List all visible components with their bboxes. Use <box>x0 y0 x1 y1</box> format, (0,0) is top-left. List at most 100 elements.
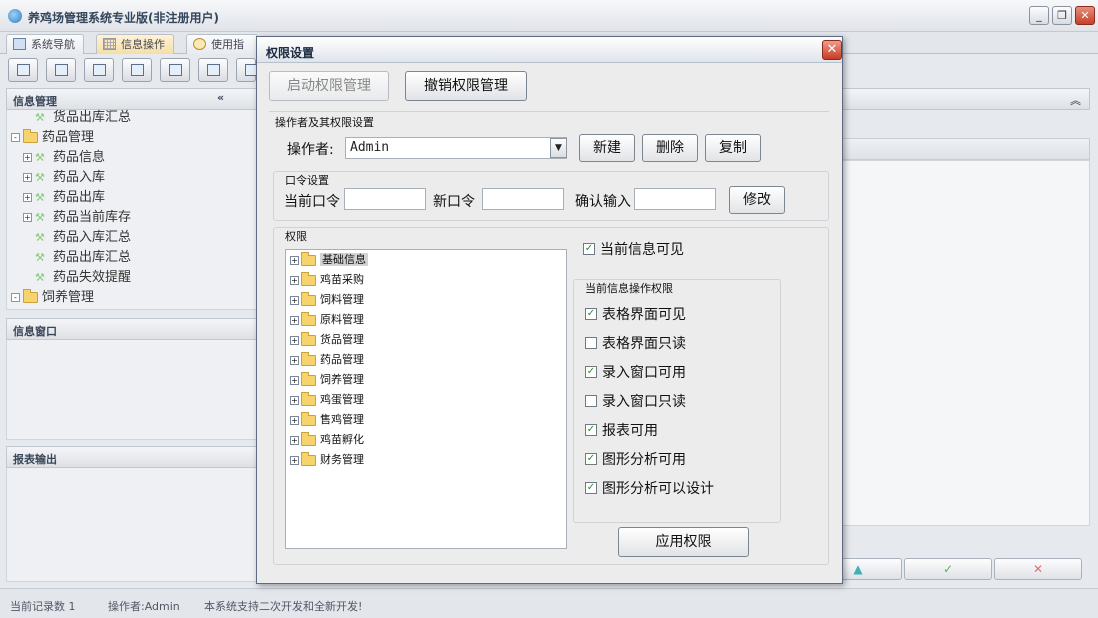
expand-toggle-icon[interactable]: + <box>290 255 299 265</box>
expand-toggle-icon[interactable]: + <box>23 173 32 182</box>
permission-tree-item[interactable]: + 药品管理 <box>290 350 364 370</box>
expand-toggle-icon[interactable]: + <box>290 415 299 425</box>
window-tool-button[interactable] <box>160 58 190 82</box>
tree-item[interactable]: ⚒ 药品出库汇总 <box>35 248 131 268</box>
status-message: 本系统支持二次开发和全新开发! <box>204 600 363 613</box>
tab-info-ops[interactable]: 信息操作 <box>96 34 174 54</box>
expand-toggle-icon[interactable]: + <box>23 213 32 222</box>
modify-password-button[interactable]: 修改 <box>729 186 785 214</box>
tree-item[interactable]: ⚒ 药品入库汇总 <box>35 228 131 248</box>
operation-checkbox[interactable]: ✓ 报表可用 <box>585 422 658 440</box>
print-tool-button[interactable] <box>236 58 258 82</box>
copy-operator-button[interactable]: 复制 <box>705 134 761 162</box>
collapse-toggle-icon[interactable]: - <box>11 293 20 302</box>
permission-tree-item[interactable]: + 原料管理 <box>290 310 364 330</box>
operation-checkbox[interactable]: ✓ 表格界面可见 <box>585 306 686 324</box>
cancel-button[interactable]: ✕ <box>994 558 1082 580</box>
permission-tree-item[interactable]: + 鸡蛋管理 <box>290 390 364 410</box>
checkbox-icon <box>585 337 597 349</box>
collapse-icon[interactable]: « <box>217 91 224 104</box>
operation-checkbox[interactable]: ✓ 图形分析可以设计 <box>585 480 714 498</box>
current-password-input[interactable] <box>344 188 426 210</box>
start-permission-button[interactable]: 启动权限管理 <box>269 71 389 101</box>
permission-tree-item[interactable]: + 鸡苗孵化 <box>290 430 364 450</box>
revoke-permission-button[interactable]: 撤销权限管理 <box>405 71 527 101</box>
document-tool-button[interactable] <box>84 58 114 82</box>
tool-icon: ⚒ <box>35 270 45 284</box>
expand-toggle-icon[interactable]: + <box>23 153 32 162</box>
permission-tree-item[interactable]: + 饲养管理 <box>290 370 364 390</box>
expand-toggle-icon[interactable]: + <box>290 375 299 385</box>
operation-checkbox[interactable]: 录入窗口只读 <box>585 393 686 411</box>
clock-icon <box>193 38 206 50</box>
tree-item[interactable]: + ⚒ 药品信息 <box>23 148 105 168</box>
permission-tree-label: 饲料管理 <box>320 293 364 306</box>
dialog-close-button[interactable]: ✕ <box>822 40 842 60</box>
export-tool-button[interactable] <box>198 58 228 82</box>
expand-toggle-icon[interactable]: + <box>290 355 299 365</box>
permission-tree-item[interactable]: + 售鸡管理 <box>290 410 364 430</box>
tool-icon: ⚒ <box>35 250 45 264</box>
new-password-input[interactable] <box>482 188 564 210</box>
folder-icon <box>301 331 316 346</box>
tree-item[interactable]: + ⚒ 药品入库 <box>23 168 105 188</box>
operator-select[interactable]: Admin <box>345 137 567 159</box>
expand-toggle-icon[interactable]: + <box>290 435 299 445</box>
checkbox-icon: ✓ <box>585 424 597 436</box>
collapse-up-icon[interactable]: ︽ <box>1070 92 1081 108</box>
expand-toggle-icon[interactable]: + <box>290 395 299 405</box>
tab-user-guide[interactable]: 使用指南 <box>186 34 258 54</box>
tree-item[interactable]: + ⚒ 药品当前库存 <box>23 208 131 228</box>
new-password-label: 新口令 <box>433 194 475 210</box>
document-icon <box>93 64 106 76</box>
current-visible-checkbox[interactable]: ✓ 当前信息可见 <box>583 241 684 259</box>
expand-toggle-icon[interactable]: + <box>290 455 299 465</box>
tree-item-label: 货品出库汇总 <box>53 110 132 125</box>
permission-tree-item[interactable]: + 货品管理 <box>290 330 364 350</box>
search-tool-button[interactable] <box>8 58 38 82</box>
tab-system-nav[interactable]: 系统导航 <box>6 34 84 54</box>
permission-tree-item[interactable]: + 基础信息 <box>290 250 368 270</box>
confirm-button[interactable]: ✓ <box>904 558 992 580</box>
dialog-titlebar: 权限设置 ✕ <box>257 37 842 63</box>
checkbox-label: 表格界面只读 <box>602 336 686 352</box>
tree-item-label: 药品信息 <box>53 150 106 165</box>
permission-tree-item[interactable]: + 财务管理 <box>290 450 364 470</box>
minimize-button[interactable]: _ <box>1029 6 1049 25</box>
tree-item-label: 药品入库汇总 <box>53 230 132 245</box>
tree-item[interactable]: - 饲养管理 <box>11 288 94 308</box>
delete-operator-button[interactable]: 删除 <box>642 134 698 162</box>
collapse-toggle-icon[interactable]: - <box>11 133 20 142</box>
tool-icon: ⚒ <box>35 110 45 124</box>
checkbox-label: 录入窗口可用 <box>602 365 686 381</box>
restore-button[interactable]: ❐ <box>1052 6 1072 25</box>
permission-tree-item[interactable]: + 饲料管理 <box>290 290 364 310</box>
grid-icon <box>103 38 116 50</box>
apply-permission-button[interactable]: 应用权限 <box>618 527 749 557</box>
permission-tree-item[interactable]: + 鸡苗采购 <box>290 270 364 290</box>
tree-item[interactable]: + ⚒ 药品出库 <box>23 188 105 208</box>
info-window-body <box>6 340 258 440</box>
expand-toggle-icon[interactable]: + <box>290 335 299 345</box>
expand-toggle-icon[interactable]: + <box>23 193 32 202</box>
tree-item[interactable]: ⚒ 货品出库汇总 <box>35 108 131 128</box>
tree-item[interactable]: ⚒ 药品失效提醒 <box>35 268 131 288</box>
new-operator-button[interactable]: 新建 <box>579 134 635 162</box>
current-password-label: 当前口令 <box>284 194 340 210</box>
operation-checkbox[interactable]: ✓ 录入窗口可用 <box>585 364 686 382</box>
expand-toggle-icon[interactable]: + <box>290 295 299 305</box>
list-tool-button[interactable] <box>46 58 76 82</box>
confirm-password-input[interactable] <box>634 188 716 210</box>
permission-tree-label: 饲养管理 <box>320 373 364 386</box>
folder-icon <box>301 371 316 386</box>
user-tool-button[interactable] <box>122 58 152 82</box>
operation-checkbox[interactable]: 表格界面只读 <box>585 335 686 353</box>
pane-title: 报表输出 <box>13 453 57 466</box>
operation-checkbox[interactable]: ✓ 图形分析可用 <box>585 451 686 469</box>
expand-toggle-icon[interactable]: + <box>290 315 299 325</box>
window-close-button[interactable]: ✕ <box>1075 6 1095 25</box>
tree-item[interactable]: - 药品管理 <box>11 128 94 148</box>
expand-toggle-icon[interactable]: + <box>290 275 299 285</box>
operator-section-label: 操作者及其权限设置 <box>273 114 376 130</box>
chevron-down-icon[interactable]: ▼ <box>550 138 567 158</box>
